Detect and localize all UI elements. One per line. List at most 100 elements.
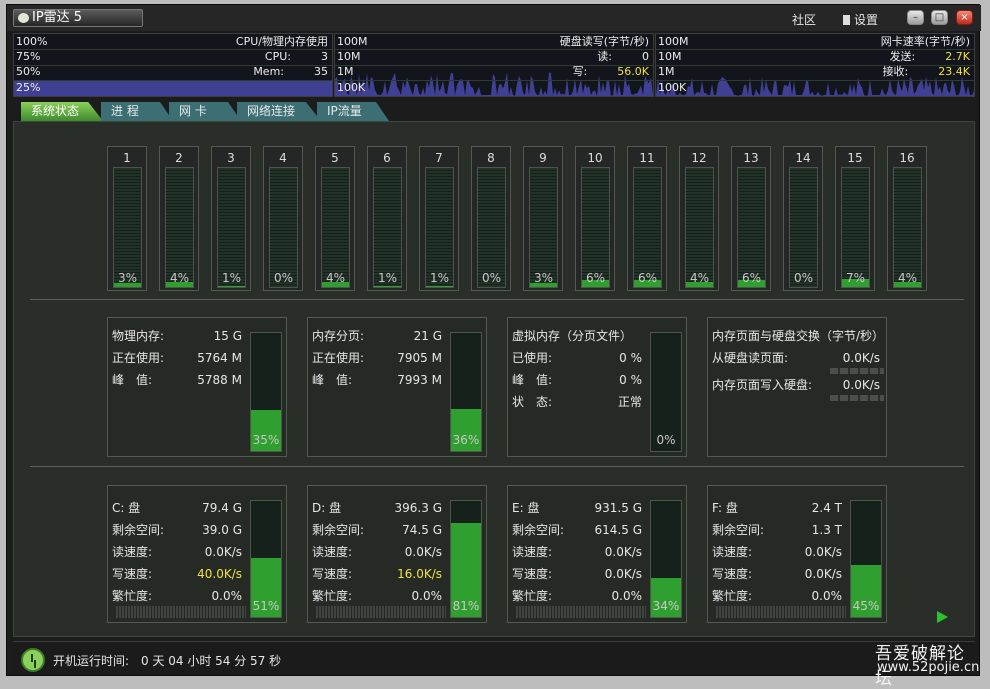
core-usage-bar: 3%	[529, 167, 558, 288]
play-icon[interactable]	[937, 611, 948, 623]
virtual-memory-gauge: 0%	[650, 332, 682, 452]
virtual-used-value: 0 %	[619, 351, 642, 365]
cpu-core-6: 6 1%	[367, 146, 407, 291]
cpu-scale-100: 100%	[16, 35, 48, 48]
paging-exchange-title: 内存页面与硬盘交换（字节/秒）	[712, 329, 885, 343]
status-bar: 开机运行时间: 0 天 04 小时 54 分 57 秒	[13, 641, 975, 675]
core-usage-bar: 6%	[633, 167, 662, 288]
disk-busy-meter	[116, 606, 246, 618]
disk-busy-meter	[516, 606, 646, 618]
core-usage-percent: 7%	[845, 271, 866, 285]
cpu-core-8: 8 0%	[471, 146, 511, 291]
gauge-percent: 0%	[656, 433, 676, 447]
virtual-state-label: 状 态:	[512, 395, 553, 409]
disk-busy-meter	[316, 606, 446, 618]
net-scale-10m: 10M	[658, 50, 682, 63]
disk-size-value: 2.4 T	[811, 501, 842, 515]
uptime-label: 开机运行时间:	[53, 654, 130, 668]
cpu-label: CPU:	[264, 50, 291, 63]
core-number: 4	[279, 151, 287, 165]
cpu-core-5: 5 4%	[315, 146, 355, 291]
disk-write-label: 写速度:	[112, 567, 153, 581]
disk-free-label: 剩余空间:	[712, 523, 765, 537]
cpu-graph-title: CPU/物理内存使用	[235, 35, 328, 48]
core-usage-bar: 0%	[269, 167, 298, 288]
tab-system-status[interactable]: 系统状态	[21, 102, 103, 121]
cpu-core-3: 3 1%	[211, 146, 251, 291]
disk-busy-value: 0.0%	[411, 589, 443, 603]
paged-memory-gauge: 36%	[450, 332, 482, 452]
core-usage-percent: 0%	[481, 271, 502, 285]
watermark-url: www.52pojie.cn	[877, 660, 980, 675]
core-usage-bar: 4%	[685, 167, 714, 288]
disk-write-value: 0.0K/s	[804, 567, 842, 581]
virtual-memory-title: 虚拟内存（分页文件）	[512, 329, 633, 343]
physical-peak-label: 峰 值:	[112, 373, 153, 387]
core-usage-percent: 3%	[117, 271, 138, 285]
divider	[30, 466, 964, 467]
net-scale-1m: 1M	[658, 65, 675, 78]
core-usage-bar: 4%	[165, 167, 194, 288]
cpu-memory-graph: 100% 75% 50% 25% CPU/物理内存使用 CPU: 3 Mem: 35	[13, 33, 333, 97]
core-usage-fill	[218, 285, 245, 287]
core-usage-percent: 6%	[741, 271, 762, 285]
core-number: 2	[175, 151, 183, 165]
disk-read-label: 读速度:	[712, 545, 753, 559]
core-usage-bar: 0%	[477, 167, 506, 288]
page-read-label: 从硬盘读页面:	[712, 351, 789, 365]
disk-scale-100m: 100M	[337, 35, 368, 48]
cpu-core-2: 2 4%	[159, 146, 199, 291]
core-usage-fill	[374, 285, 401, 287]
disk-usage-gauge: 81%	[450, 500, 482, 618]
page-write-value: 0.0K/s	[842, 378, 880, 392]
tab-ip-traffic[interactable]: IP流量	[317, 102, 389, 121]
mem-value: 35	[314, 65, 328, 78]
core-number: 16	[899, 151, 915, 165]
disk-busy-label: 繁忙度:	[312, 589, 353, 603]
core-number: 8	[487, 151, 495, 165]
disk-write-value: 56.0K	[617, 65, 649, 78]
core-number: 9	[539, 151, 547, 165]
tab-processes[interactable]: 进 程	[101, 102, 173, 121]
core-usage-percent: 0%	[273, 271, 294, 285]
core-number: 1	[123, 151, 131, 165]
tab-network-card[interactable]: 网 卡	[169, 102, 241, 121]
net-scale-100m: 100M	[658, 35, 689, 48]
cpu-core-14: 14 0%	[783, 146, 823, 291]
tab-bar: 系统状态 进 程 网 卡 网络连接 IP流量	[21, 102, 521, 121]
title-bar: IP雷达 5 社区 设置 – □ ×	[7, 5, 981, 31]
settings-link[interactable]: 设置	[843, 11, 878, 28]
tab-network-connections[interactable]: 网络连接	[237, 102, 321, 121]
disk-read-value: 0.0K/s	[804, 545, 842, 559]
disk-write-label: 写速度:	[312, 567, 353, 581]
grid-line	[335, 80, 653, 81]
core-usage-bar: 6%	[581, 167, 610, 288]
disk-read-label: 读速度:	[312, 545, 353, 559]
community-link[interactable]: 社区	[792, 11, 816, 28]
page-read-meter	[830, 368, 884, 374]
disk-busy-value: 0.0%	[211, 589, 243, 603]
disk-busy-value: 0.0%	[811, 589, 843, 603]
maximize-button[interactable]: □	[931, 10, 948, 25]
gauge-percent: 34%	[652, 599, 680, 613]
paged-memory-value: 21 G	[413, 329, 442, 343]
disk-size-value: 396.3 G	[394, 501, 442, 515]
settings-icon	[843, 15, 850, 25]
minimize-button[interactable]: –	[907, 10, 924, 25]
physical-memory-gauge: 35%	[250, 332, 282, 452]
cpu-core-16: 16 4%	[887, 146, 927, 291]
core-usage-percent: 6%	[585, 271, 606, 285]
paging-exchange-panel: 内存页面与硬盘交换（字节/秒） 从硬盘读页面: 0.0K/s 内存页面写入硬盘:…	[707, 317, 887, 457]
close-button[interactable]: ×	[956, 10, 973, 25]
cpu-core-1: 1 3%	[107, 146, 147, 291]
paged-peak-value: 7993 M	[397, 373, 442, 387]
realtime-monitor: 100% 75% 50% 25% CPU/物理内存使用 CPU: 3 Mem: 35…	[13, 33, 975, 97]
disk-read-value: 0.0K/s	[204, 545, 242, 559]
app-title: IP雷达 5	[13, 9, 143, 27]
virtual-state-value: 正常	[617, 395, 642, 409]
core-usage-percent: 4%	[325, 271, 346, 285]
disk-busy-label: 繁忙度:	[512, 589, 553, 603]
radar-logo-icon	[18, 13, 29, 23]
cpu-core-12: 12 4%	[679, 146, 719, 291]
disk-read-label: 读:	[597, 50, 612, 63]
